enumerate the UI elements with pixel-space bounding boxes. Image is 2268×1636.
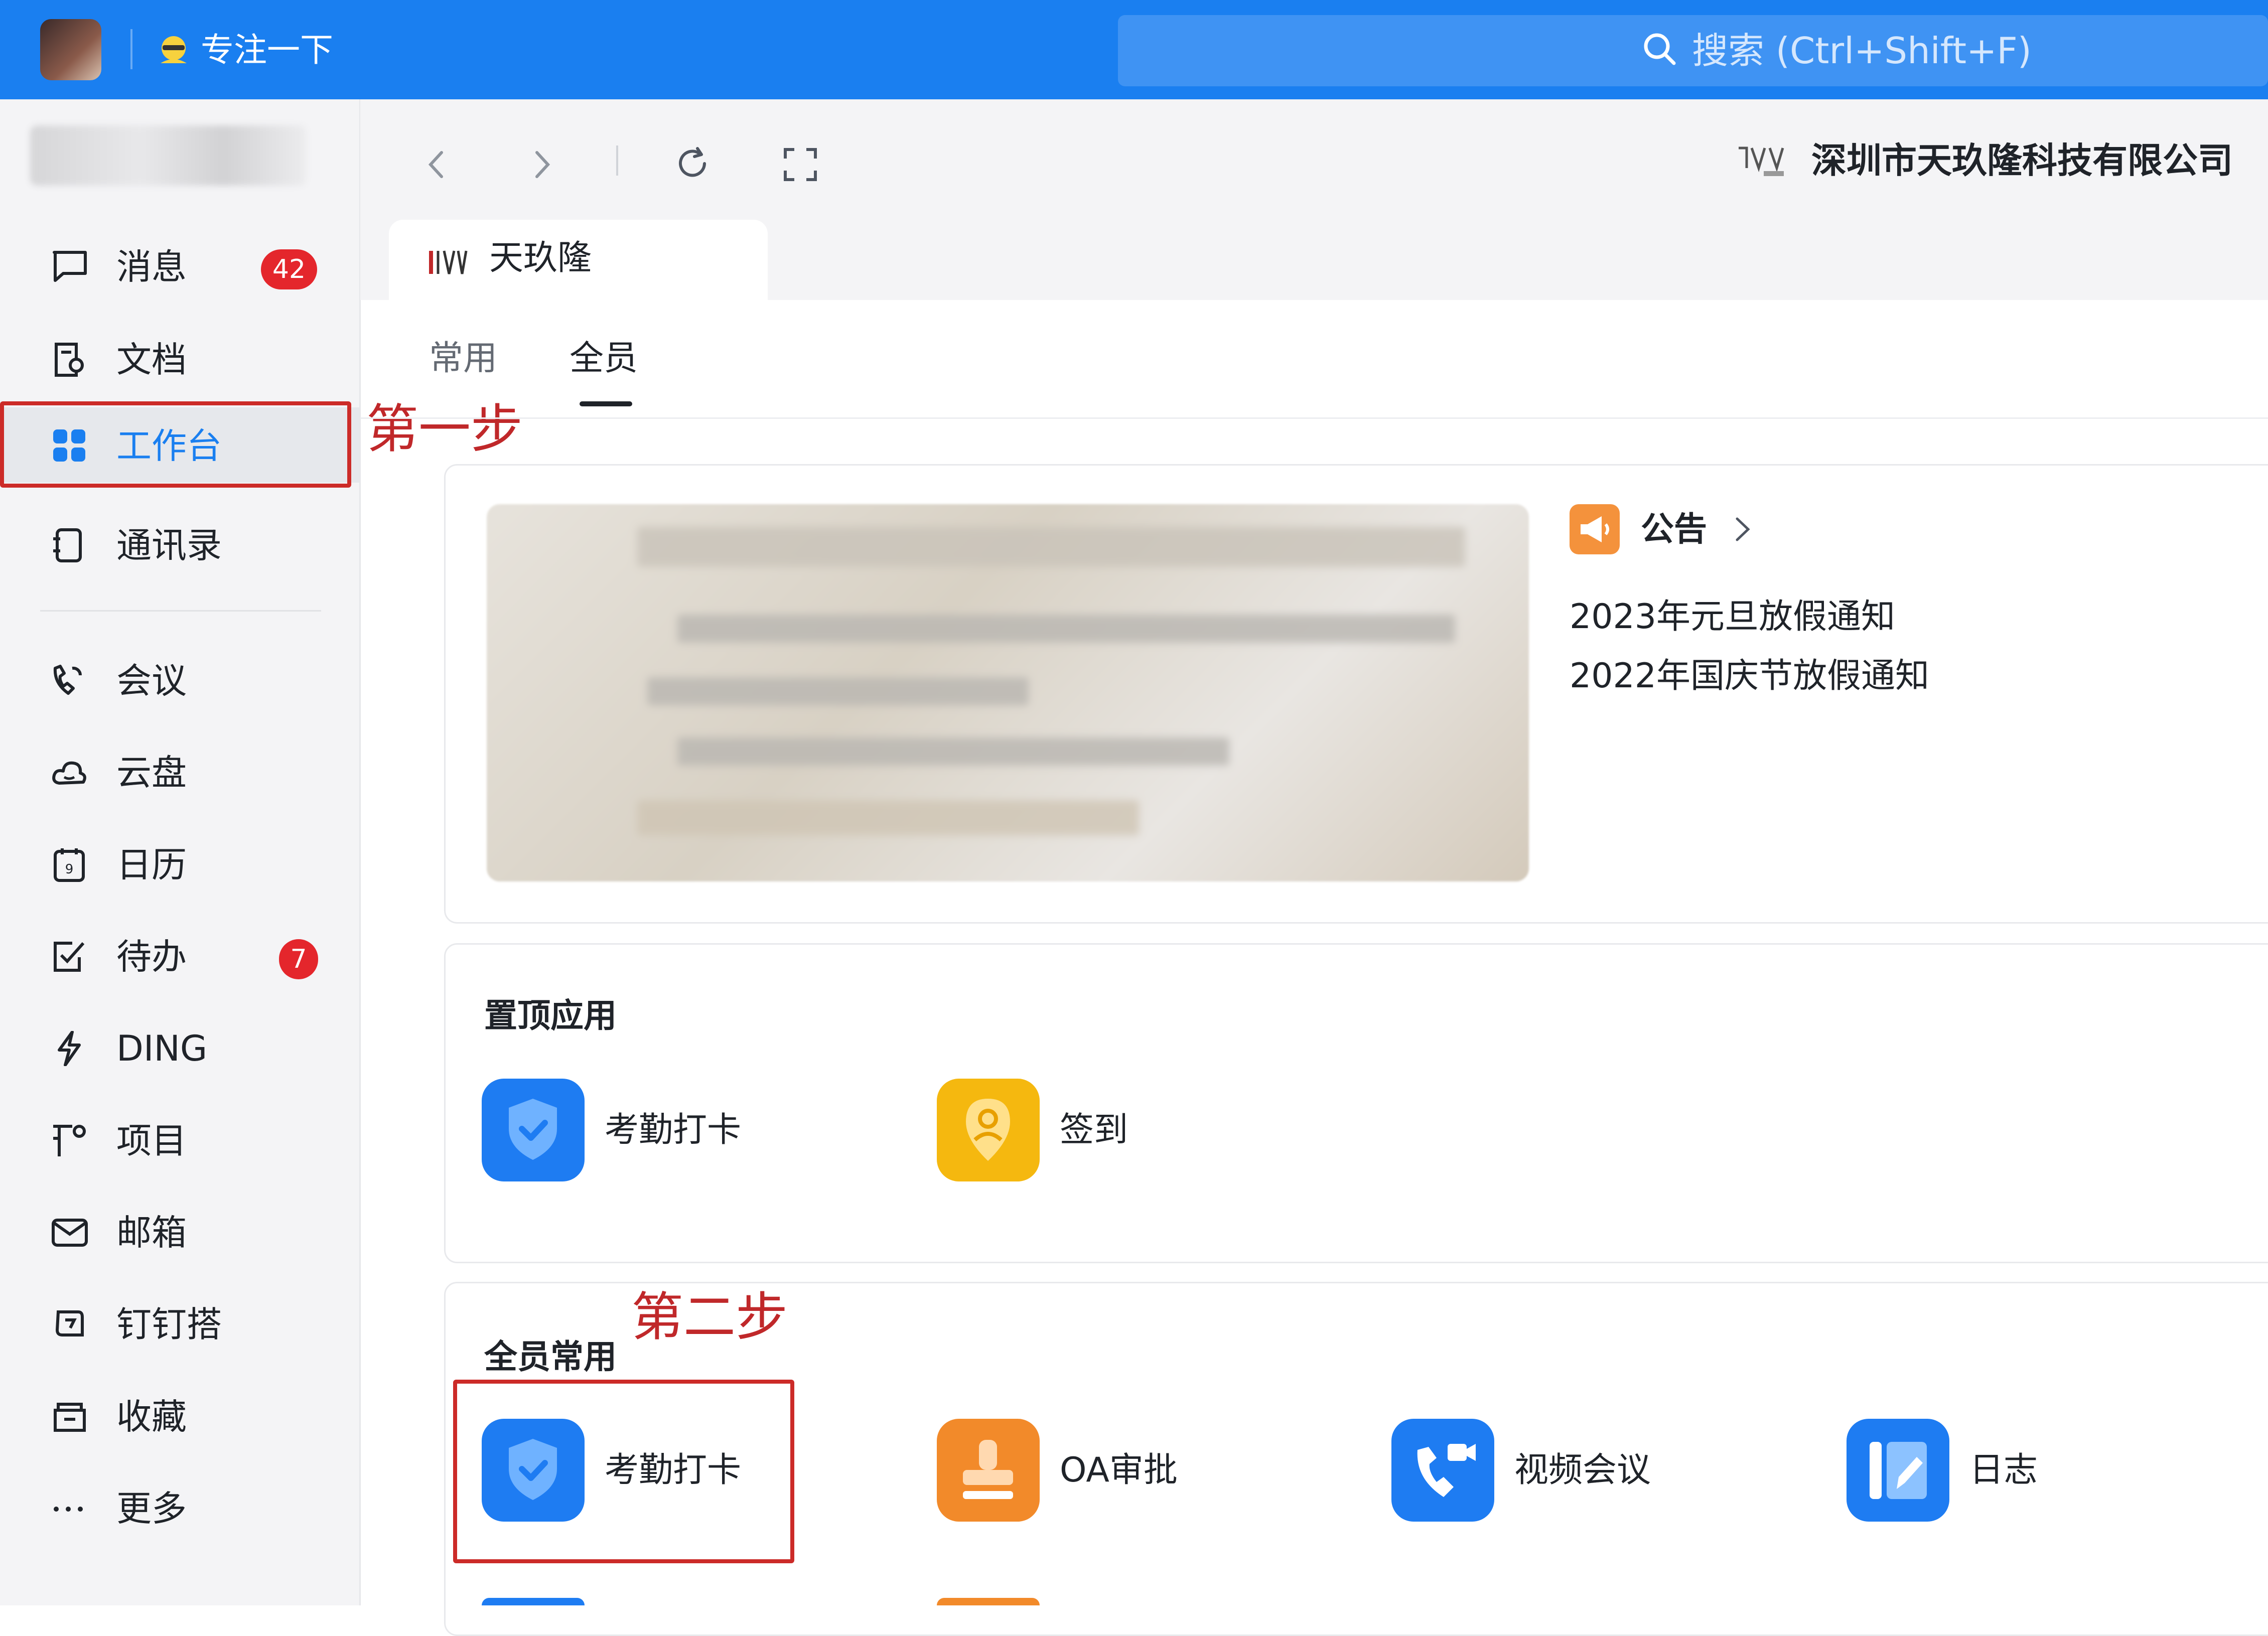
app-label: 日志 [1969,1450,2038,1490]
sidebar-item-dingda[interactable]: 钉钉搭 [0,1286,359,1361]
document-icon [50,342,89,377]
calendar-icon: 9 [50,847,89,882]
contacts-icon [50,528,89,563]
blurred-user-name [30,125,306,186]
sidebar-item-ding[interactable]: DING [0,1010,359,1085]
unread-badge: 7 [279,939,318,979]
todo-icon [50,939,89,974]
forward-icon[interactable] [527,144,557,185]
video-meeting-icon [1391,1419,1494,1522]
sidebar-item-favorites[interactable]: 收藏 [0,1378,359,1453]
meeting-icon [50,663,89,698]
company-name[interactable]: 深圳市天玖隆科技有限公司 [1811,138,2233,183]
sidebar-item-label: 文档 [116,339,187,380]
chevron-right-icon[interactable] [1730,507,1755,552]
sidebar-item-more[interactable]: 更多 [0,1470,359,1545]
svg-text:9: 9 [65,862,74,877]
app-label: OA审批 [1060,1450,1178,1490]
announcement-icon [1570,504,1620,554]
sidebar-item-cloud-drive[interactable]: 云盘 [0,734,359,809]
sidebar-item-label: 会议 [116,660,187,701]
app-log[interactable]: 日志 [1847,1419,2158,1524]
checkin-icon [937,1079,1040,1181]
sidebar-divider [40,610,321,612]
sidebar-item-messages[interactable]: 消息 42 [0,228,359,304]
tab-divider [360,417,2268,419]
top-divider [130,29,132,69]
user-avatar[interactable] [40,19,101,80]
company-logo [1734,138,1789,183]
sidebar-item-label: 待办 [116,936,187,977]
sidebar-item-label: 云盘 [116,752,187,793]
sidebar-item-label: 收藏 [116,1396,187,1437]
dingda-icon [50,1307,89,1342]
announcement-item[interactable]: 2023年元旦放假通知 [1570,594,1895,640]
sidebar-item-todo[interactable]: 待办 7 [0,918,359,993]
project-icon [50,1123,89,1158]
app-label: 考勤打卡 [605,1110,742,1150]
sidebar-item-label: 邮箱 [116,1212,187,1253]
announcement-item[interactable]: 2022年国庆节放假通知 [1570,654,1929,699]
sidebar-item-meeting[interactable]: 会议 [0,642,359,717]
app-video-meeting[interactable]: 视频会议 [1391,1419,1753,1524]
banner-image[interactable] [487,504,1529,881]
sidebar-item-label: 项目 [116,1120,187,1161]
step1-highlight-box [0,401,351,488]
app-label: 视频会议 [1514,1450,1651,1490]
fullscreen-icon[interactable] [780,144,820,185]
step2-highlight-box [453,1380,794,1563]
oa-approval-icon [937,1419,1040,1522]
sidebar-item-mail[interactable]: 邮箱 [0,1194,359,1269]
announcement-title[interactable]: 公告 [1641,507,1707,552]
search-icon [1640,29,1680,69]
attendance-icon [482,1079,585,1181]
ding-icon [50,1030,89,1067]
focus-mode-label[interactable]: 专注一下 [201,28,333,73]
nav-divider [616,145,618,176]
sidebar-item-label: 日历 [116,844,187,885]
sidebar-item-label: DING [116,1028,208,1069]
sidebar-item-label: 更多 [116,1488,187,1529]
sidebar-item-contacts[interactable]: 通讯录 [0,507,359,582]
unread-badge: 42 [261,249,317,289]
message-icon [50,249,89,284]
sidebar-item-docs[interactable]: 文档 [0,321,359,396]
sidebar-item-label: 消息 [116,246,187,287]
back-icon[interactable] [421,144,452,185]
app-icon-partial[interactable] [482,1598,585,1605]
app-icon-partial[interactable] [937,1598,1040,1605]
focus-mode-icon[interactable] [156,31,192,67]
log-icon [1847,1419,1949,1522]
step2-annotation: 第二步 [631,1286,788,1348]
sidebar-item-calendar[interactable]: 9 日历 [0,826,359,902]
active-tab-indicator [580,401,632,406]
step1-annotation: 第一步 [366,398,523,460]
sidebar-item-label: 钉钉搭 [116,1304,222,1345]
tab-all-members[interactable]: 全员 [570,336,638,381]
favorites-icon [50,1399,89,1434]
app-oa-approval[interactable]: OA审批 [937,1419,1288,1524]
section-title: 全员常用 [484,1337,617,1376]
app-checkin[interactable]: 签到 [937,1079,1238,1184]
sidebar-item-project[interactable]: 项目 [0,1102,359,1177]
more-icon [50,1491,89,1526]
cloud-drive-icon [50,755,89,790]
org-name: 天玖隆 [489,238,592,278]
section-title: 置顶应用 [484,996,617,1035]
org-logo [429,247,469,278]
refresh-icon[interactable] [672,143,713,184]
app-label: 签到 [1060,1110,1128,1150]
tab-common[interactable]: 常用 [429,336,497,381]
search-placeholder: 搜索 (Ctrl+Shift+F) [1692,30,2032,72]
sidebar-item-label: 通讯录 [116,525,222,566]
mail-icon [50,1215,89,1250]
app-attendance[interactable]: 考勤打卡 [482,1079,833,1184]
